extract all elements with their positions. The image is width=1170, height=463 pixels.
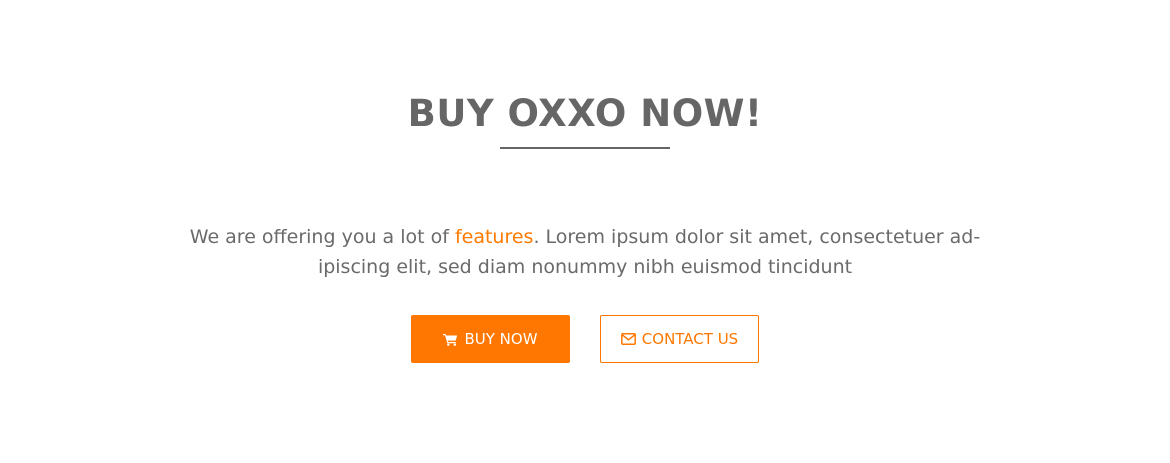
section-title: BUY OXXO NOW! <box>407 92 763 135</box>
title-underline-divider <box>500 147 670 149</box>
features-link[interactable]: features <box>455 226 534 248</box>
buy-now-label: BUY NOW <box>464 330 538 348</box>
buy-now-button[interactable]: BUY NOW <box>411 315 570 363</box>
contact-us-label: CONTACT US <box>641 330 739 348</box>
description-text-before: We are offering you a lot of <box>189 226 455 248</box>
envelope-icon <box>620 333 636 345</box>
contact-us-button[interactable]: CONTACT US <box>600 315 759 363</box>
shopping-cart-icon <box>443 333 458 346</box>
section-description: We are offering you a lot of features. L… <box>185 222 985 282</box>
buy-now-section: BUY OXXO NOW! We are offering you a lot … <box>0 0 1170 463</box>
